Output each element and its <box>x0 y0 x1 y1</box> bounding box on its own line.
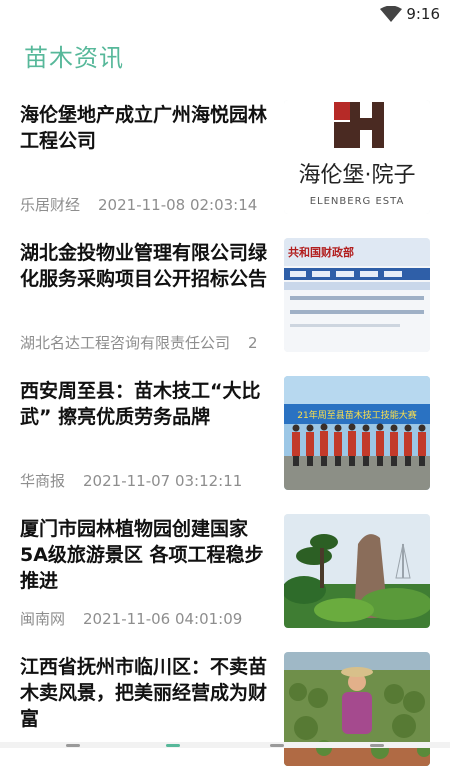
news-date: 2021-11-08 02:03:14 <box>98 196 258 214</box>
nursery-field-photo-image <box>284 652 430 766</box>
news-thumbnail[interactable] <box>284 652 430 766</box>
news-thumbnail[interactable]: 共和国财政部 <box>284 238 430 352</box>
news-meta: 湖北名达工程咨询有限责任公司 2 <box>20 332 272 354</box>
news-meta: 乐居财经 2021-11-08 02:03:14 <box>20 194 272 216</box>
news-meta: 闽南网 2021-11-06 04:01:09 <box>20 608 272 630</box>
news-headline[interactable]: 厦门市园林植物园创建国家5A级旅游景区 各项工程稳步推进 <box>20 516 272 594</box>
news-source: 湖北名达工程咨询有限责任公司 <box>20 334 231 352</box>
status-bar: 9:16 <box>0 0 450 28</box>
nav-tab-profile[interactable] <box>370 744 384 747</box>
news-item[interactable]: 江西省抚州市临川区：不卖苗木卖风景，把美丽经营成为财富 <box>0 646 450 784</box>
news-date: 2 <box>248 334 258 352</box>
botanical-garden-photo-image <box>284 514 430 628</box>
nav-tab-discover[interactable] <box>270 744 284 747</box>
news-thumbnail[interactable] <box>284 514 430 628</box>
wifi-icon <box>380 6 402 22</box>
gov-webpage-image: 共和国财政部 <box>284 238 430 352</box>
helenbao-logo-image: 海伦堡·院子 ELENBERG ESTA <box>284 100 430 214</box>
news-item[interactable]: 海伦堡地产成立广州海悦园林工程公司 乐居财经 2021-11-08 02:03:1… <box>0 94 450 232</box>
news-item[interactable]: 厦门市园林植物园创建国家5A级旅游景区 各项工程稳步推进 闽南网 2021-11-… <box>0 508 450 646</box>
news-meta: 华商报 2021-11-07 03:12:11 <box>20 470 272 492</box>
competition-photo-image: 21年周至县苗木技工技能大赛 <box>284 376 430 490</box>
thumb-site-title: 共和国财政部 <box>288 245 354 259</box>
news-headline[interactable]: 江西省抚州市临川区：不卖苗木卖风景，把美丽经营成为财富 <box>20 654 272 732</box>
thumb-banner-text: 21年周至县苗木技工技能大赛 <box>297 409 416 421</box>
news-date: 2021-11-06 04:01:09 <box>83 610 243 628</box>
news-source: 闽南网 <box>20 610 66 628</box>
news-source: 乐居财经 <box>20 196 81 214</box>
news-headline[interactable]: 海伦堡地产成立广州海悦园林工程公司 <box>20 102 272 154</box>
news-headline[interactable]: 湖北金投物业管理有限公司绿化服务采购项目公开招标公告 <box>20 240 272 292</box>
news-thumbnail[interactable]: 海伦堡·院子 ELENBERG ESTA <box>284 100 430 214</box>
thumb-brand-subtext: ELENBERG ESTA <box>310 196 405 207</box>
news-item[interactable]: 湖北金投物业管理有限公司绿化服务采购项目公开招标公告 湖北名达工程咨询有限责任公… <box>0 232 450 370</box>
page-title: 苗木资讯 <box>24 44 124 72</box>
news-source: 华商报 <box>20 472 66 490</box>
news-list: 海伦堡地产成立广州海悦园林工程公司 乐居财经 2021-11-08 02:03:1… <box>0 94 450 784</box>
nav-tab-home[interactable] <box>66 744 80 747</box>
nav-tab-news[interactable] <box>166 744 180 747</box>
news-thumbnail[interactable]: 21年周至县苗木技工技能大赛 <box>284 376 430 490</box>
news-headline[interactable]: 西安周至县：苗木技工“大比武” 擦亮优质劳务品牌 <box>20 378 272 430</box>
news-item[interactable]: 西安周至县：苗木技工“大比武” 擦亮优质劳务品牌 华商报 2021-11-07 0… <box>0 370 450 508</box>
thumb-brand-text: 海伦堡·院子 <box>299 163 416 188</box>
news-date: 2021-11-07 03:12:11 <box>83 472 243 490</box>
status-time: 9:16 <box>406 5 440 23</box>
bottom-nav <box>0 742 450 748</box>
